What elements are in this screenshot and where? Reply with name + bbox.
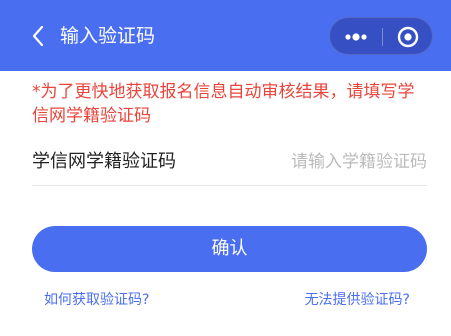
verification-notice: *为了更快地获取报名信息自动审核结果，请填写学信网学籍验证码 — [32, 82, 415, 126]
confirm-button[interactable]: 确认 — [32, 226, 427, 272]
verification-code-input[interactable] — [217, 147, 427, 177]
how-to-get-code-link[interactable]: 如何获取验证码? — [44, 290, 149, 310]
back-button[interactable] — [28, 23, 50, 49]
verification-code-label: 学信网学籍验证码 — [32, 151, 176, 172]
target-circle-icon — [397, 26, 419, 48]
chevron-left-icon — [32, 25, 44, 47]
close-mini-program-button[interactable] — [383, 18, 434, 56]
more-dots-icon — [345, 33, 367, 41]
verification-code-row: 学信网学籍验证码 — [32, 143, 427, 186]
more-button[interactable] — [330, 18, 382, 56]
cannot-provide-code-link[interactable]: 无法提供验证码? — [305, 290, 410, 310]
mini-program-capsule — [329, 17, 433, 55]
page-title: 输入验证码 — [60, 25, 156, 47]
navigation-bar: 输入验证码 — [0, 0, 451, 71]
